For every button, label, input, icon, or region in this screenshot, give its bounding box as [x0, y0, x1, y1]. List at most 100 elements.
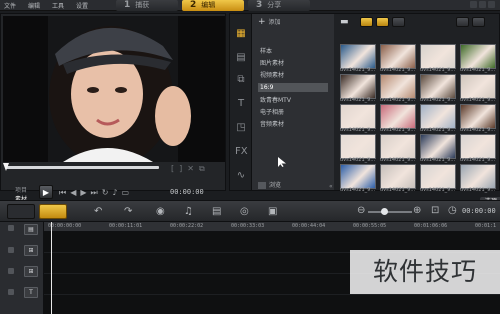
graphic-icon[interactable]: ◳ [235, 122, 247, 134]
list-view-button[interactable] [456, 17, 469, 27]
split-icon[interactable]: ✕ [187, 164, 199, 173]
folder-item[interactable]: 视频素材 [258, 71, 328, 80]
menu-edit[interactable]: 编辑 [28, 1, 40, 10]
collapse-library-icon[interactable]: « [329, 183, 333, 190]
thumbnail-view-button[interactable] [472, 17, 485, 27]
auto-music-icon[interactable]: ▤ [212, 206, 221, 217]
maximize-icon[interactable] [479, 1, 486, 8]
thumbnail-label: uvs14021_9... [340, 187, 376, 193]
media-thumbnail[interactable] [460, 74, 496, 99]
project-mode-label[interactable]: 项目 [15, 186, 27, 195]
go-to-end-icon[interactable]: ⏭ [91, 188, 102, 197]
overlay-track-icon[interactable]: ⊞ [24, 266, 38, 277]
step-edit-tab[interactable]: 2 编辑 [182, 0, 244, 11]
instant-project-icon[interactable]: ▤ [235, 52, 247, 64]
sound-mixer-icon[interactable]: ♫ [184, 206, 193, 217]
media-thumbnail[interactable] [420, 164, 456, 189]
media-thumbnail[interactable] [420, 44, 456, 69]
go-to-start-icon[interactable]: ⏮ [59, 188, 70, 197]
track-manager-icon[interactable] [8, 225, 14, 231]
fullscreen-icon[interactable]: ▭ [122, 188, 134, 197]
zoom-slider-knob[interactable] [381, 208, 388, 215]
mark-in-icon[interactable]: [ [171, 164, 179, 173]
media-thumbnail[interactable] [380, 164, 416, 189]
undo-icon[interactable]: ↶ [94, 206, 102, 217]
folder-item[interactable]: 电子相册 [258, 108, 328, 117]
preview-timecode[interactable]: 00:00:00 [170, 188, 204, 196]
preview-scrubber[interactable] [5, 166, 159, 169]
folder-item[interactable]: 音频素材 [258, 120, 328, 129]
media-icon[interactable]: ▦ [235, 28, 247, 40]
filter-icon[interactable]: FX [235, 146, 248, 158]
redo-icon[interactable]: ↷ [124, 206, 132, 217]
media-thumbnail[interactable] [420, 104, 456, 129]
zoom-out-icon[interactable]: ⊖ [357, 205, 365, 216]
media-thumbnail[interactable] [340, 44, 376, 69]
preview-video [3, 16, 225, 162]
step-share-tab[interactable]: 3 分享 [248, 0, 310, 11]
media-thumbnail[interactable] [340, 104, 376, 129]
volume-icon[interactable]: ♪ [112, 188, 121, 197]
media-thumbnail[interactable] [460, 44, 496, 69]
folder-item[interactable]: 图片素材 [258, 59, 328, 68]
media-thumbnail[interactable] [380, 104, 416, 129]
title-icon[interactable]: T [235, 98, 247, 110]
show-photo-button[interactable] [376, 17, 389, 27]
library-folder-list: + 添加 样本 图片素材 视频素材 16:9 致青春MTV 电子相册 音频素材 浏… [252, 14, 334, 190]
thumbnail-label: uvs14021_9... [420, 157, 456, 163]
media-thumbnail[interactable] [420, 134, 456, 159]
subtitle-editor-icon[interactable]: ▣ [268, 206, 277, 217]
step-label: 编辑 [201, 1, 216, 9]
media-thumbnail[interactable] [460, 104, 496, 129]
timeline-ruler[interactable]: 00:00:00:00 00:00:11:01 00:00:22:02 00:00:3… [44, 222, 500, 232]
media-thumbnail[interactable] [340, 74, 376, 99]
browse-button[interactable]: 浏览 [258, 180, 281, 189]
play-button[interactable]: ▶ [39, 185, 53, 199]
next-frame-icon[interactable]: ▶ [80, 188, 90, 197]
menu-settings[interactable]: 设置 [76, 1, 88, 10]
record-capture-icon[interactable]: ◉ [156, 206, 165, 217]
ruler-tick-label: 00:00:44:04 [292, 223, 326, 229]
title-track-icon[interactable]: T [24, 287, 38, 298]
close-icon[interactable] [488, 1, 495, 8]
repeat-icon[interactable]: ↻ [102, 188, 113, 197]
menu-file[interactable]: 文件 [4, 1, 16, 10]
timeline-view-button[interactable] [39, 204, 67, 219]
track-toggle[interactable] [8, 289, 14, 295]
folder-item[interactable]: 样本 [258, 47, 328, 56]
minimize-icon[interactable] [470, 1, 477, 8]
media-thumbnail[interactable] [340, 164, 376, 189]
previous-frame-icon[interactable]: ◀ [70, 188, 80, 197]
folder-icon[interactable]: ▬ [340, 17, 350, 27]
menu-tools[interactable]: 工具 [52, 1, 64, 10]
project-duration-timecode[interactable]: 00:00:00 [462, 207, 496, 215]
show-video-button[interactable] [360, 17, 373, 27]
zoom-slider[interactable] [368, 211, 412, 213]
storyboard-view-button[interactable] [7, 204, 35, 219]
step-capture-tab[interactable]: 1 捕获 [116, 0, 178, 11]
thumbnail-label: uvs14021_9... [420, 187, 456, 193]
browse-icon [258, 182, 266, 189]
overlay-track-icon[interactable]: ⊞ [24, 245, 38, 256]
track-toggle[interactable] [8, 247, 14, 253]
motion-tracking-icon[interactable]: ◎ [240, 206, 249, 217]
media-thumbnail[interactable] [380, 134, 416, 159]
track-toggle[interactable] [8, 268, 14, 274]
timeline-playhead[interactable] [51, 222, 52, 314]
folder-item-selected[interactable]: 16:9 [258, 83, 328, 92]
video-track-icon[interactable]: ▤ [24, 224, 38, 235]
media-thumbnail[interactable] [340, 134, 376, 159]
add-folder-button[interactable]: + 添加 [258, 17, 281, 27]
fit-project-icon[interactable]: ⊡ [431, 205, 439, 216]
media-thumbnail[interactable] [460, 134, 496, 159]
media-thumbnail[interactable] [380, 74, 416, 99]
media-thumbnail[interactable] [460, 164, 496, 189]
media-thumbnail[interactable] [380, 44, 416, 69]
transition-icon[interactable]: ⧉ [235, 74, 247, 86]
motion-path-icon[interactable]: ∿ [235, 170, 247, 182]
media-thumbnail[interactable] [420, 74, 456, 99]
folder-item[interactable]: 致青春MTV [258, 96, 328, 105]
fit-icon[interactable]: ⧉ [199, 164, 210, 173]
zoom-in-icon[interactable]: ⊕ [413, 205, 421, 216]
show-audio-button[interactable] [392, 17, 405, 27]
